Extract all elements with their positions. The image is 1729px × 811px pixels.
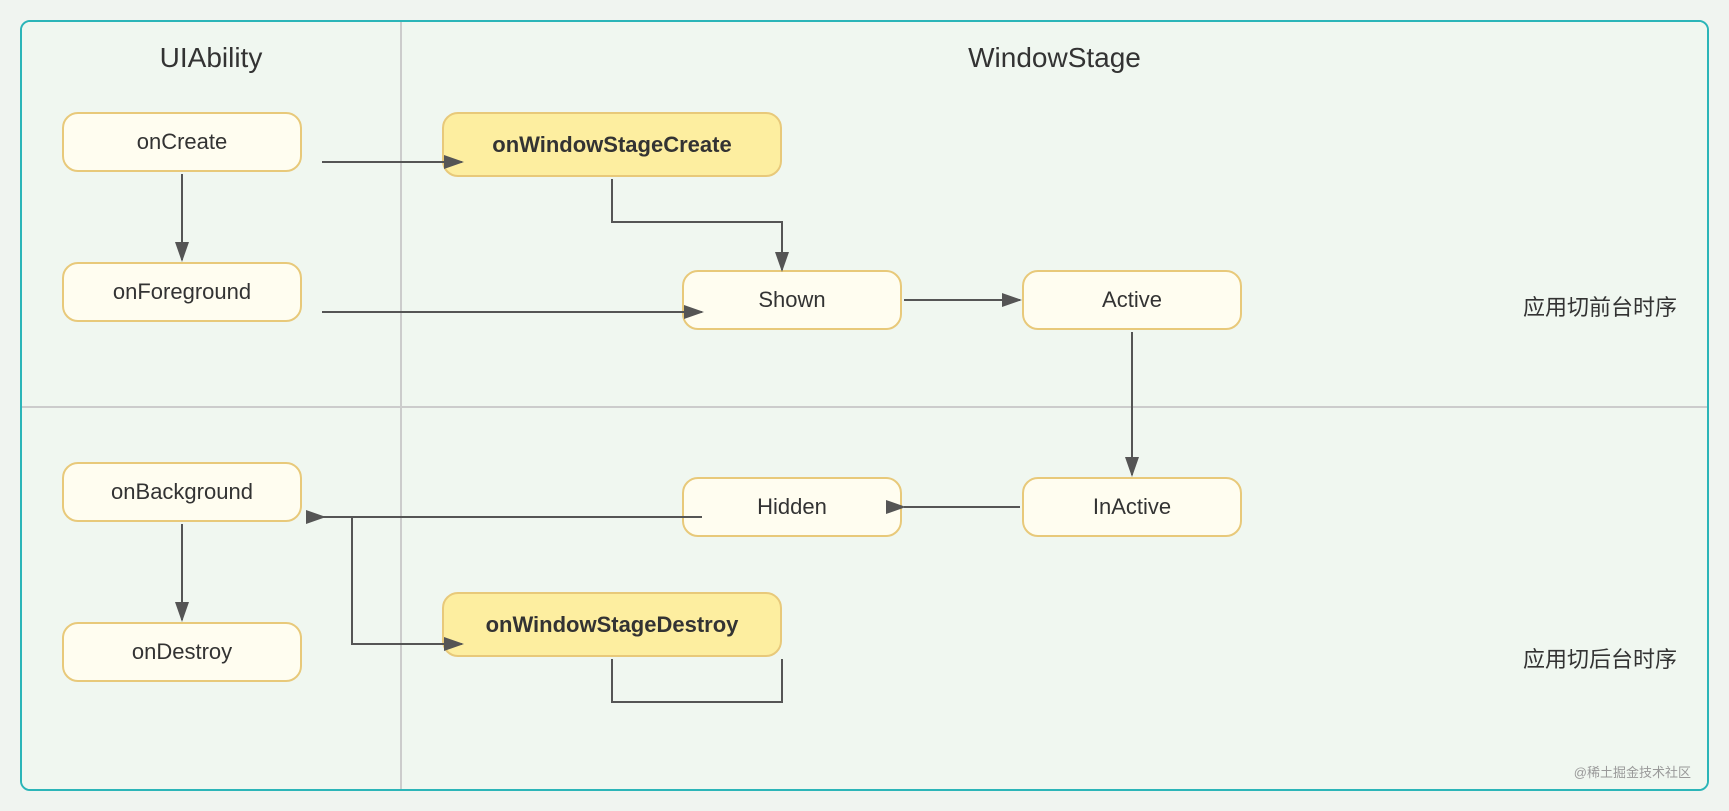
watermark: @稀土掘金技术社区 [1574,762,1691,781]
windowstage-section: WindowStage onWindowStageCreate Shown Ac… [402,22,1707,789]
onForeground-node: onForeground [62,262,302,322]
onWindowStageCreate-node: onWindowStageCreate [442,112,782,177]
shown-node: Shown [682,270,902,330]
active-node: Active [1022,270,1242,330]
onDestroy-node: onDestroy [62,622,302,682]
uiability-divider [22,406,400,408]
front-sequence-label: 应用切前台时序 [1523,290,1677,322]
windowstage-divider [402,406,1707,408]
uiability-title: UIAbility [42,42,380,74]
inactive-node: InActive [1022,477,1242,537]
uiability-section: UIAbility onCreate onForeground onBackgr… [22,22,402,789]
onWindowStageDestroy-node: onWindowStageDestroy [442,592,782,657]
onCreate-node: onCreate [62,112,302,172]
main-container: UIAbility onCreate onForeground onBackgr… [20,20,1709,791]
hidden-node: Hidden [682,477,902,537]
back-sequence-label: 应用切后台时序 [1523,642,1677,674]
windowstage-title: WindowStage [402,22,1707,94]
onBackground-node: onBackground [62,462,302,522]
